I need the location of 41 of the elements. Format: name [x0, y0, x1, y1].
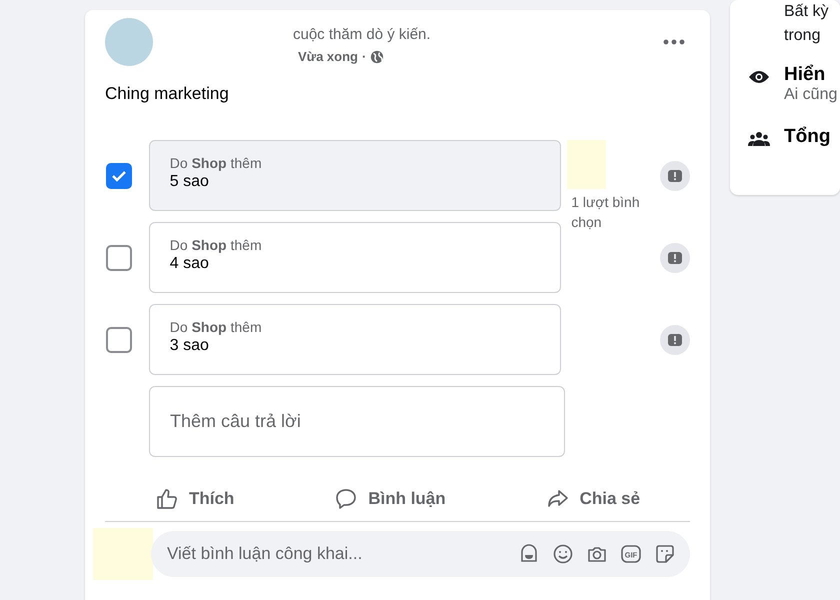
info-title: Tổng — [784, 126, 830, 148]
post-time[interactable]: Vừa xong — [298, 49, 358, 64]
option-answer: 5 sao — [170, 173, 210, 191]
poll-option[interactable]: Do Shop thêm 5 sao — [148, 140, 562, 211]
avatar-sticker-icon[interactable] — [518, 543, 540, 565]
report-icon[interactable] — [660, 160, 690, 190]
voter-avatar — [567, 140, 606, 189]
option-answer: 4 sao — [170, 255, 210, 273]
eye-icon — [748, 69, 770, 85]
globe-icon — [370, 50, 384, 64]
thumbs-up-icon — [154, 487, 179, 511]
poll-option[interactable]: Do Shop thêm 3 sao — [148, 304, 562, 375]
checkbox[interactable] — [106, 244, 132, 270]
people-icon — [748, 131, 770, 147]
more-dots-icon — [662, 38, 686, 46]
option-author: Do Shop thêm — [170, 155, 263, 171]
action-button[interactable]: Bình luận — [318, 481, 462, 517]
vote-count[interactable]: 1 lượt bình chọn — [571, 192, 662, 232]
report-icon[interactable] — [660, 324, 690, 354]
info-text: Bất kỳ — [783, 2, 830, 22]
info-text: Ai cũng — [784, 86, 838, 104]
checkbox[interactable] — [106, 162, 132, 188]
report-icon[interactable] — [660, 242, 690, 272]
emoji-icon[interactable] — [552, 543, 574, 565]
separator-dot: · — [362, 49, 366, 64]
info-title: Hiển — [784, 64, 826, 86]
poll-question: Ching marketing — [105, 84, 230, 104]
avatar-placeholder — [93, 528, 153, 580]
avatar — [105, 18, 153, 66]
sticker-icon[interactable] — [654, 543, 676, 565]
checkbox[interactable] — [106, 326, 132, 352]
add-answer-field[interactable]: Thêm câu trả lời — [149, 386, 565, 457]
post-headline: cuộc thăm dò ý kiến. — [292, 26, 432, 43]
option-answer: 3 sao — [170, 337, 210, 355]
info-text: trong — [783, 26, 822, 46]
action-button[interactable]: Chia sẻ — [530, 481, 656, 517]
poll-option[interactable]: Do Shop thêm 4 sao — [148, 222, 562, 293]
speech-bubble-icon — [334, 487, 358, 511]
option-author: Do Shop thêm — [170, 319, 263, 335]
option-author: Do Shop thêm — [170, 237, 263, 253]
action-button[interactable]: Thích — [138, 481, 250, 517]
